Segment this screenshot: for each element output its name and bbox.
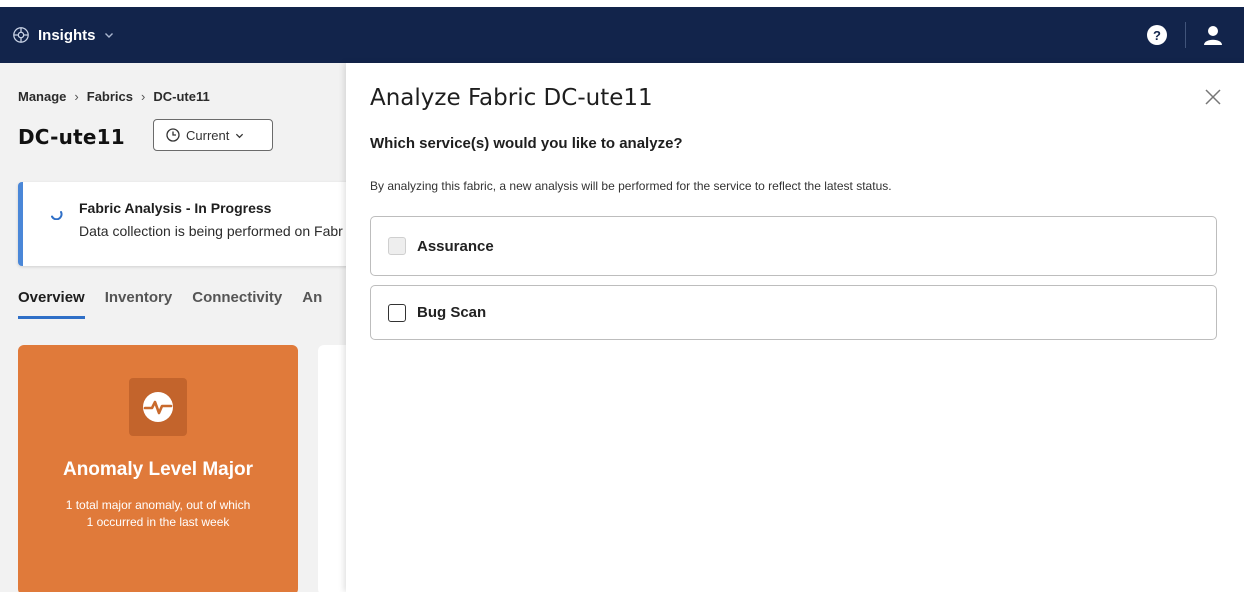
breadcrumb: Manage › Fabrics › DC-ute11 [18, 89, 210, 104]
breadcrumb-fabrics[interactable]: Fabrics [87, 89, 133, 104]
progress-title: Fabric Analysis - In Progress [79, 200, 272, 216]
assurance-label: Assurance [417, 237, 494, 255]
drawer-title: Analyze Fabric DC-ute11 [370, 85, 653, 111]
analysis-progress-banner: Fabric Analysis - In Progress Data colle… [18, 182, 346, 266]
pulse-icon [129, 378, 187, 436]
app-switcher[interactable]: Insights [0, 26, 114, 44]
spinner-icon [51, 211, 63, 220]
anomaly-line-1: 1 total major anomaly, out of which [65, 498, 251, 512]
bug-scan-checkbox[interactable] [388, 303, 406, 322]
tab-inventory[interactable]: Inventory [105, 289, 173, 319]
chevron-down-icon [104, 33, 113, 38]
analyze-fabric-drawer: Analyze Fabric DC-ute11 Which service(s)… [346, 63, 1244, 592]
analysis-help-text: By analyzing this fabric, a new analysis… [370, 179, 892, 193]
breadcrumb-separator: › [141, 89, 146, 104]
tab-connectivity[interactable]: Connectivity [192, 289, 282, 319]
chevron-down-icon [236, 133, 244, 138]
time-selector-label: Current [186, 127, 230, 143]
close-icon[interactable] [1204, 88, 1222, 106]
breadcrumb-manage[interactable]: Manage [18, 89, 66, 104]
help-label: ? [1153, 27, 1161, 43]
insights-logo-icon [13, 27, 29, 43]
option-bug-scan[interactable]: Bug Scan [370, 285, 1217, 340]
header-actions: ? [1147, 7, 1244, 63]
top-bar: Insights ? [0, 0, 1244, 63]
fabric-page: Manage › Fabrics › DC-ute11 DC-ute11 Cur… [0, 63, 346, 592]
help-icon[interactable]: ? [1147, 25, 1167, 45]
option-assurance: Assurance [370, 216, 1217, 276]
anomaly-level-card[interactable]: Anomaly Level Major 1 total major anomal… [18, 345, 298, 592]
breadcrumb-separator: › [74, 89, 79, 104]
anomaly-description: 1 total major anomaly, out of which 1 oc… [18, 497, 298, 531]
pulse-icon-graphic [143, 392, 173, 422]
assurance-checkbox[interactable] [388, 237, 406, 255]
bug-scan-label: Bug Scan [417, 304, 487, 321]
tab-analysis[interactable]: An [302, 289, 322, 319]
tab-overview[interactable]: Overview [18, 289, 85, 319]
clock-icon [166, 128, 180, 142]
anomaly-title: Anomaly Level Major [62, 459, 254, 480]
breadcrumb-current: DC-ute11 [153, 89, 210, 104]
page-title: DC-ute11 [18, 125, 125, 149]
progress-description: Data collection is being performed on Fa… [79, 223, 343, 239]
service-question: Which service(s) would you like to analy… [370, 135, 683, 152]
time-selector-button[interactable]: Current [153, 119, 273, 151]
app-name: Insights [38, 26, 96, 44]
header-divider [1185, 22, 1186, 48]
secondary-card [318, 345, 346, 592]
fabric-tabs: Overview Inventory Connectivity An [18, 289, 342, 319]
anomaly-line-2: 1 occurred in the last week [86, 515, 230, 529]
user-icon[interactable] [1202, 24, 1224, 46]
